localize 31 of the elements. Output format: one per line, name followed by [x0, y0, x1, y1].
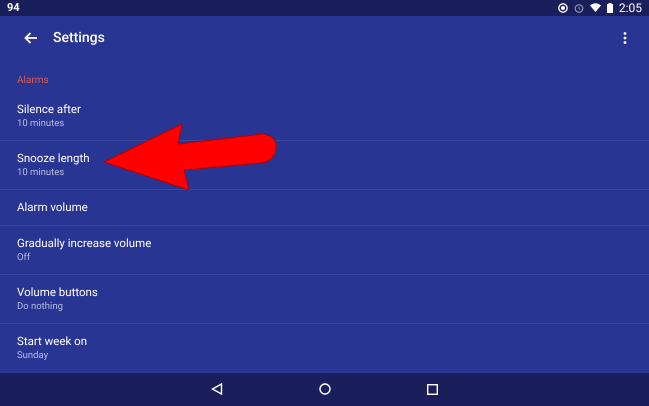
settings-row[interactable]: Start week on Sunday: [0, 324, 649, 373]
settings-row[interactable]: Volume buttons Do nothing: [0, 274, 649, 324]
row-summary: 10 minutes: [17, 166, 66, 179]
wifi-icon: [590, 3, 601, 12]
back-nav-button[interactable]: [211, 383, 223, 396]
row-summary: Sunday: [17, 349, 50, 362]
row-title: Snooze length: [17, 150, 91, 166]
toolbar-title: Settings: [53, 28, 105, 48]
row-title: Volume buttons: [17, 284, 99, 300]
status-text: 94: [7, 2, 20, 14]
alarm-icon: [574, 2, 584, 13]
target-icon: [558, 2, 568, 13]
row-title: Alarm volume: [17, 200, 89, 215]
row-summary: Do nothing: [17, 300, 64, 313]
back-triangle-icon: [211, 383, 223, 396]
recents-icon: [427, 384, 438, 395]
recents-button[interactable]: [427, 384, 438, 395]
row-title: Start week on: [17, 334, 88, 350]
row-title: Silence after: [17, 102, 82, 117]
section-header: Alarms: [17, 74, 49, 88]
home-button[interactable]: [319, 383, 331, 396]
row-summary: 10 minutes: [17, 116, 66, 130]
row-title: Gradually increase volume: [17, 236, 152, 251]
battery-icon: [606, 2, 613, 13]
back-arrow-icon: [24, 32, 38, 44]
settings-row[interactable]: Gradually increase volume Off: [0, 226, 649, 275]
more-icon: [623, 32, 627, 44]
settings-row[interactable]: Alarm volume: [0, 190, 649, 226]
row-summary: Off: [17, 250, 32, 264]
clock-text: 2:05: [618, 2, 642, 14]
home-icon: [319, 383, 331, 396]
